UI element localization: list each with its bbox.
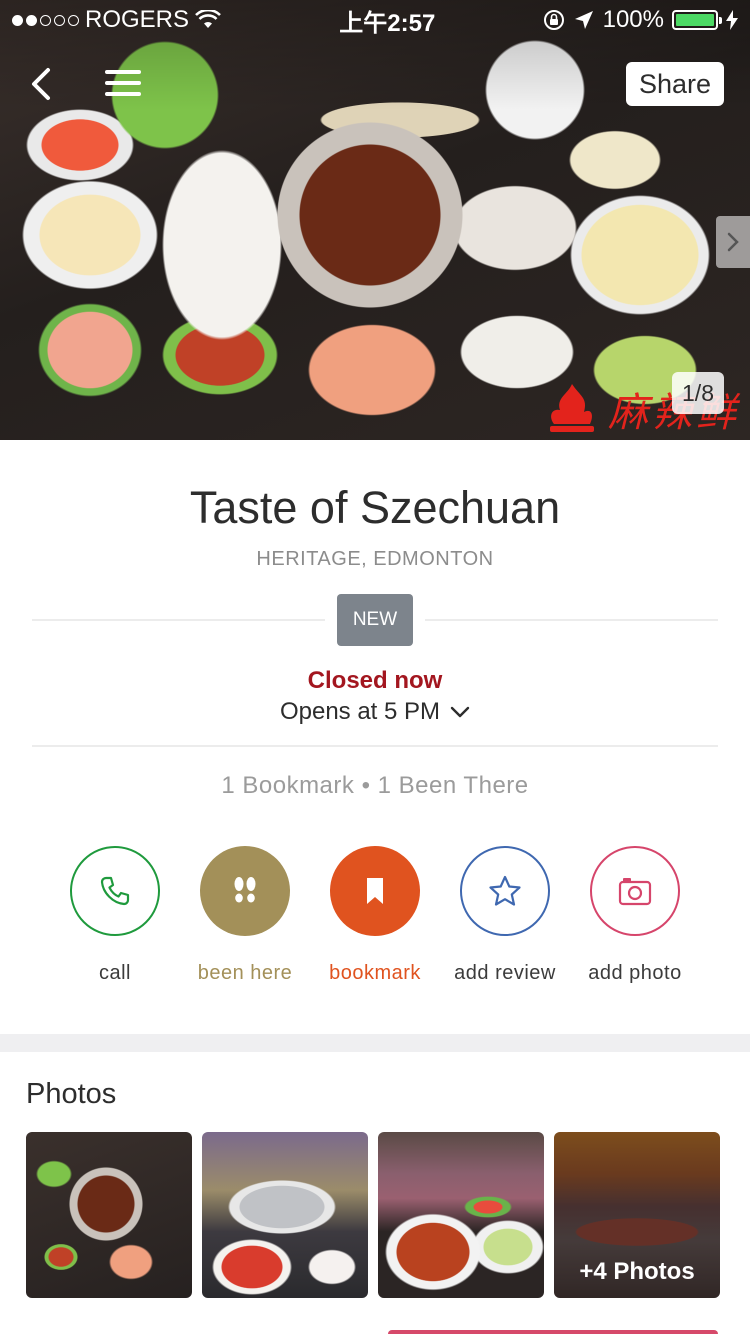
wifi-icon bbox=[195, 10, 221, 28]
bookmark-icon bbox=[367, 878, 383, 904]
status-left: ROGERS bbox=[12, 6, 272, 34]
add-review-button[interactable]: add review bbox=[440, 846, 570, 985]
photo-strip: +4 Photos bbox=[26, 1132, 724, 1298]
call-button[interactable]: call bbox=[50, 846, 180, 985]
add-photo-label: add photo bbox=[588, 962, 682, 984]
call-circle[interactable] bbox=[70, 846, 160, 936]
chevron-down-icon bbox=[450, 706, 470, 718]
charging-bolt-icon bbox=[726, 10, 738, 30]
engagement-stats: 1 Bookmark • 1 Been There bbox=[221, 772, 529, 799]
signal-dot bbox=[12, 14, 23, 26]
location-arrow-icon bbox=[574, 11, 593, 29]
bookmark-circle[interactable] bbox=[330, 846, 420, 936]
hamburger-menu-icon[interactable] bbox=[104, 68, 142, 98]
signal-dots-icon bbox=[12, 14, 79, 26]
photo-thumbnail[interactable] bbox=[26, 1132, 192, 1298]
hours-toggle[interactable]: Opens at 5 PM bbox=[0, 698, 750, 726]
chevron-right-icon bbox=[727, 232, 739, 252]
bookmark-label: bookmark bbox=[329, 962, 421, 984]
photo-counter: 1/8 bbox=[672, 372, 724, 414]
signal-dot bbox=[26, 14, 37, 26]
back-arrow-icon[interactable] bbox=[26, 64, 62, 104]
status-right: 100% bbox=[543, 6, 738, 34]
photos-heading: Photos bbox=[26, 1078, 117, 1110]
camera-icon bbox=[618, 878, 652, 906]
next-photo-button[interactable] bbox=[716, 216, 750, 268]
phone-icon bbox=[100, 876, 130, 906]
add-photo-button[interactable]: add photo bbox=[570, 846, 700, 985]
battery-icon bbox=[672, 10, 722, 30]
hero-photo[interactable]: 麻辣鲜 ROGERS 上午2:57 bbox=[0, 0, 750, 440]
share-button[interactable]: Share bbox=[626, 62, 724, 106]
carrier-label: ROGERS bbox=[85, 6, 190, 33]
next-section-accent bbox=[388, 1330, 718, 1334]
more-photos-thumbnail[interactable]: +4 Photos bbox=[554, 1132, 720, 1298]
been-here-circle[interactable] bbox=[200, 846, 290, 936]
footprints-icon bbox=[234, 877, 256, 903]
divider bbox=[32, 745, 718, 747]
restaurant-location: HERITAGE, EDMONTON bbox=[256, 548, 494, 570]
opens-at-label: Opens at 5 PM bbox=[279, 698, 441, 725]
restaurant-name: Taste of Szechuan bbox=[189, 482, 561, 533]
add-photo-circle[interactable] bbox=[590, 846, 680, 936]
action-bar: call been here bookmark add review add p… bbox=[50, 846, 700, 985]
signal-dot bbox=[54, 14, 65, 26]
bookmark-button[interactable]: bookmark bbox=[310, 846, 440, 985]
star-icon bbox=[489, 875, 521, 906]
open-status: Closed now bbox=[307, 667, 443, 694]
photo-thumbnail[interactable] bbox=[202, 1132, 368, 1298]
signal-dot bbox=[40, 14, 51, 26]
more-photos-label: +4 Photos bbox=[554, 1132, 720, 1298]
new-badge: NEW bbox=[337, 594, 413, 646]
rotation-lock-icon bbox=[543, 10, 564, 30]
signal-dot bbox=[68, 14, 79, 26]
status-bar: ROGERS 上午2:57 100% bbox=[0, 0, 750, 40]
section-separator bbox=[0, 1034, 750, 1052]
battery-fill bbox=[676, 14, 714, 26]
add-review-label: add review bbox=[454, 962, 556, 984]
add-review-circle[interactable] bbox=[460, 846, 550, 936]
battery-percent: 100% bbox=[602, 6, 664, 33]
been-here-button[interactable]: been here bbox=[180, 846, 310, 985]
been-here-label: been here bbox=[197, 962, 293, 984]
status-time: 上午2:57 bbox=[339, 9, 436, 37]
flame-logo-icon bbox=[550, 384, 594, 432]
call-label: call bbox=[98, 962, 131, 984]
photo-thumbnail[interactable] bbox=[378, 1132, 544, 1298]
